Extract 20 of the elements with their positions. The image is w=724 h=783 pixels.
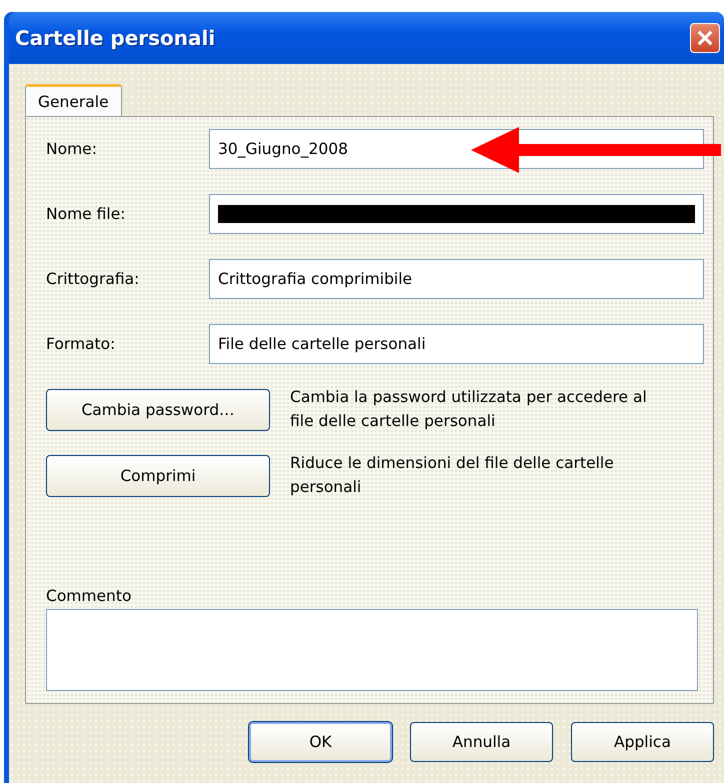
input-field[interactable] xyxy=(209,194,704,234)
tab[interactable]: Generale xyxy=(25,84,122,117)
field-label: Formato: xyxy=(46,335,116,353)
input-field[interactable]: Crittografia comprimibile xyxy=(209,259,704,299)
field-label: Nome file: xyxy=(46,205,126,223)
dialog-button[interactable]: Applica xyxy=(571,722,714,762)
action-button[interactable]: Cambia password… xyxy=(46,389,270,431)
window-title: Cartelle personali xyxy=(15,26,216,50)
field-label: Crittografia: xyxy=(46,270,140,288)
dialog-button[interactable]: OK xyxy=(249,722,392,762)
dialog-button[interactable]: Annulla xyxy=(410,722,553,762)
comment-label: Commento xyxy=(46,587,132,605)
action-description: Riduce le dimensioni del file delle cartelle personali xyxy=(290,453,615,498)
close-icon xyxy=(696,29,714,47)
field-label: Nome: xyxy=(46,140,98,158)
comment-field[interactable] xyxy=(46,609,698,691)
action-button[interactable]: Comprimi xyxy=(46,455,270,497)
input-field[interactable]: File delle cartelle personali xyxy=(209,324,704,364)
close-button[interactable] xyxy=(690,23,720,53)
action-description: Cambia la password utilizzata per accedere al file delle cartelle personali xyxy=(290,387,648,432)
